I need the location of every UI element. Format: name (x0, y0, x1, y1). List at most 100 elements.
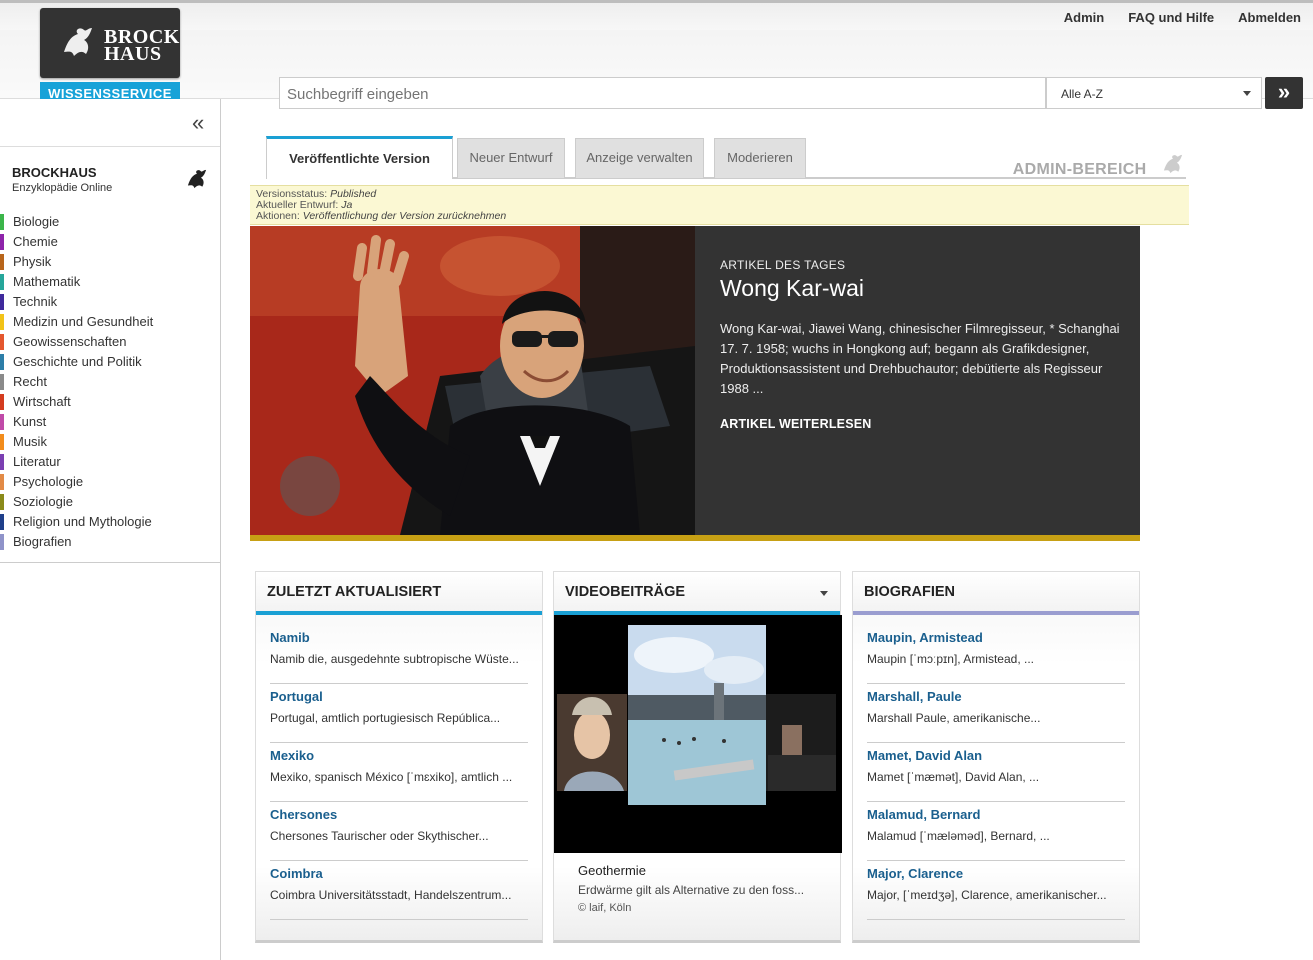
search-box[interactable] (279, 77, 1046, 109)
sidebar-item-soziologie[interactable]: Soziologie (0, 492, 220, 512)
collapse-sidebar-icon[interactable]: « (192, 112, 204, 134)
sidebar-item-label: Biologie (13, 214, 60, 229)
video-caption: Geothermie Erdwärme gilt als Alternative… (578, 863, 828, 914)
sidebar-item-musik[interactable]: Musik (0, 432, 220, 452)
list-item[interactable]: Mexiko Mexiko, spanisch México [ˈmɛxiko],… (270, 743, 528, 802)
list-item-title[interactable]: Mexiko (270, 748, 528, 763)
category-color-bar (0, 294, 4, 310)
faq-link[interactable]: FAQ und Hilfe (1128, 10, 1214, 25)
sidebar-item-label: Geschichte und Politik (13, 354, 142, 369)
top-bar: Admin FAQ und Hilfe Abmelden (0, 0, 1313, 30)
video-carousel[interactable] (554, 615, 842, 853)
brockhaus-logo[interactable]: BROCK HAUS (40, 8, 180, 78)
list-item-title[interactable]: Major, Clarence (867, 866, 1125, 881)
list-item-title[interactable]: Coimbra (270, 866, 528, 881)
category-color-bar (0, 474, 4, 490)
list-item-title[interactable]: Malamud, Bernard (867, 807, 1125, 822)
chevron-down-icon (1243, 91, 1251, 96)
video-panel-title: VIDEOBEITRÄGE (565, 584, 686, 600)
sidebar-item-physik[interactable]: Physik (0, 252, 220, 272)
sidebar: « BROCKHAUS Enzyklopädie Online Biologie… (0, 99, 221, 960)
sidebar-item-label: Religion und Mythologie (13, 514, 152, 529)
category-color-bar (0, 234, 4, 250)
hero-title[interactable]: Wong Kar-wai (720, 275, 1120, 302)
list-item-title[interactable]: Marshall, Paule (867, 689, 1125, 704)
hero-photo[interactable] (250, 226, 695, 535)
video-title[interactable]: Geothermie (578, 863, 828, 878)
sidebar-item-technik[interactable]: Technik (0, 292, 220, 312)
admin-link[interactable]: Admin (1064, 10, 1104, 25)
sidebar-item-wirtschaft[interactable]: Wirtschaft (0, 392, 220, 412)
read-more-link[interactable]: ARTIKEL WEITERLESEN (720, 417, 1120, 431)
video-panel-header[interactable]: VIDEOBEITRÄGE (554, 572, 840, 615)
filter-select-value: Alle A-Z (1061, 87, 1104, 101)
sidebar-item-chemie[interactable]: Chemie (0, 232, 220, 252)
biographies-title: BIOGRAFIEN (853, 572, 1139, 615)
top-links: Admin FAQ und Hilfe Abmelden (1064, 10, 1313, 25)
sidebar-item-label: Technik (13, 294, 58, 309)
category-color-bar (0, 374, 4, 390)
hero-text: ARTIKEL DES TAGES Wong Kar-wai Wong Kar-… (720, 258, 1120, 431)
category-color-bar (0, 414, 4, 430)
sidebar-item-label: Biografien (13, 534, 72, 549)
sidebar-item-biologie[interactable]: Biologie (0, 212, 220, 232)
sidebar-item-geschichte-und-politik[interactable]: Geschichte und Politik (0, 352, 220, 372)
recently-updated-title: ZULETZT AKTUALISIERT (256, 572, 542, 615)
list-item[interactable]: Malamud, Bernard Malamud [ˈmæləməd], Bern… (867, 802, 1125, 861)
sidebar-item-kunst[interactable]: Kunst (0, 412, 220, 432)
list-item[interactable]: Maupin, Armistead Maupin [ˈmɔːpɪn], Armis… (867, 625, 1125, 684)
sidebar-item-recht[interactable]: Recht (0, 372, 220, 392)
category-color-bar (0, 314, 4, 330)
list-item[interactable]: Chersones Chersones Taurischer oder Skyth… (270, 802, 528, 861)
tab-moderate[interactable]: Moderieren (714, 138, 806, 178)
list-item-snippet: Coimbra Universitätsstadt, Handelszentru… (270, 888, 512, 902)
sidebar-item-religion-und-mythologie[interactable]: Religion und Mythologie (0, 512, 220, 532)
sidebar-item-label: Mathematik (13, 274, 81, 289)
search-button[interactable]: » (1265, 77, 1303, 109)
list-item-title[interactable]: Maupin, Armistead (867, 630, 1125, 645)
category-color-bar (0, 334, 4, 350)
unpublish-version-link[interactable]: Veröffentlichung der Version zurücknehme… (303, 210, 507, 222)
logout-link[interactable]: Abmelden (1238, 10, 1301, 25)
version-status-box: Versionsstatus: Published Aktueller Entw… (250, 185, 1189, 225)
category-color-bar (0, 454, 4, 470)
video-description: Erdwärme gilt als Alternative zu den fos… (578, 883, 805, 897)
list-item[interactable]: Major, Clarence Major, [ˈmeɪdʒə], Clarenc… (867, 861, 1125, 920)
filter-select[interactable]: Alle A-Z (1046, 77, 1262, 109)
chevron-down-icon[interactable] (820, 591, 828, 596)
list-item[interactable]: Mamet, David Alan Mamet [ˈmæmət], David A… (867, 743, 1125, 802)
list-item[interactable]: Portugal Portugal, amtlich portugiesisch … (270, 684, 528, 743)
list-item-title[interactable]: Mamet, David Alan (867, 748, 1125, 763)
video-credit: © laif, Köln (578, 902, 632, 914)
list-item-title[interactable]: Chersones (270, 807, 528, 822)
sidebar-item-label: Chemie (13, 234, 58, 249)
sidebar-item-label: Musik (13, 434, 47, 449)
list-item[interactable]: Coimbra Coimbra Universitätsstadt, Handel… (270, 861, 528, 920)
tab-new-draft[interactable]: Neuer Entwurf (457, 138, 565, 178)
list-item-snippet: Maupin [ˈmɔːpɪn], Armistead, ... (867, 652, 1034, 666)
tab-published-version[interactable]: Veröffentlichte Version (266, 136, 453, 179)
sidebar-item-biografien[interactable]: Biografien (0, 532, 220, 552)
sidebar-item-psychologie[interactable]: Psychologie (0, 472, 220, 492)
sidebar-item-label: Medizin und Gesundheit (13, 314, 154, 329)
search-input[interactable] (287, 86, 1038, 103)
list-item[interactable]: Namib Namib die, ausgedehnte subtropische… (270, 625, 528, 684)
list-item-snippet: Chersones Taurischer oder Skythischer... (270, 829, 489, 843)
list-item-title[interactable]: Namib (270, 630, 528, 645)
category-color-bar (0, 394, 4, 410)
hero-body: Wong Kar-wai, Jiawei Wang, chinesischer … (720, 321, 1120, 396)
admin-area-label: ADMIN-BEREICH (1013, 146, 1186, 181)
actions-line: Aktionen: Veröffentlichung der Version z… (256, 210, 507, 222)
tab-manage-display[interactable]: Anzeige verwalten (575, 138, 704, 178)
category-color-bar (0, 254, 4, 270)
list-item-title[interactable]: Portugal (270, 689, 528, 704)
list-item[interactable]: Marshall, Paule Marshall Paule, amerikani… (867, 684, 1125, 743)
sidebar-item-medizin-und-gesundheit[interactable]: Medizin und Gesundheit (0, 312, 220, 332)
list-item-snippet: Malamud [ˈmæləməd], Bernard, ... (867, 829, 1050, 843)
sidebar-item-mathematik[interactable]: Mathematik (0, 272, 220, 292)
sidebar-item-geowissenschaften[interactable]: Geowissenschaften (0, 332, 220, 352)
sidebar-item-label: Kunst (13, 414, 47, 429)
list-item-snippet: Marshall Paule, amerikanische... (867, 711, 1041, 725)
recently-updated-panel: ZULETZT AKTUALISIERT Namib Namib die, aus… (255, 571, 543, 943)
sidebar-item-literatur[interactable]: Literatur (0, 452, 220, 472)
